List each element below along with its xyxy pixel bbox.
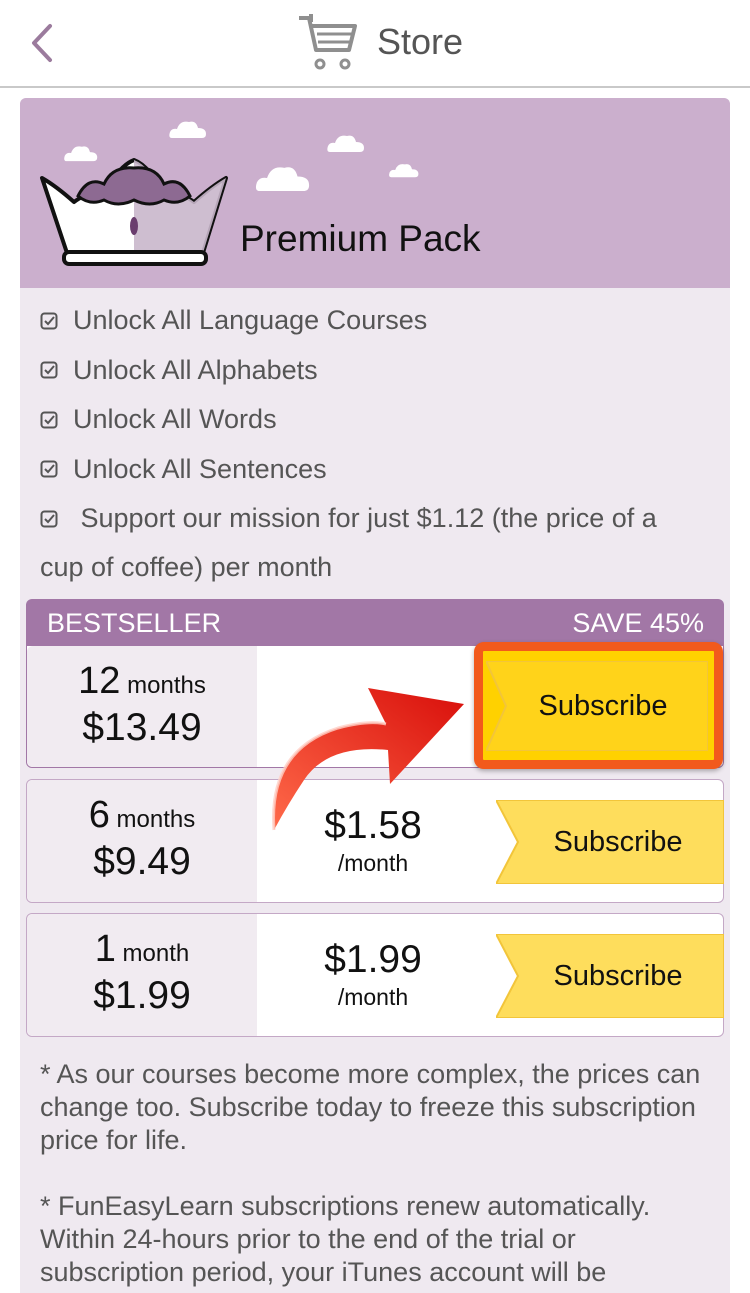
highlighted-subscribe-frame: Subscribe <box>474 642 723 769</box>
cloud-icon <box>327 135 364 152</box>
subscribe-button-label: Subscribe <box>553 826 683 858</box>
plan-price: $9.49 <box>93 840 191 883</box>
price-note: * As our courses become more complex, th… <box>40 1059 701 1155</box>
subscribe-button-label: Subscribe <box>538 690 668 722</box>
plan-duration-unit: months <box>116 806 196 833</box>
red-arrow-annotation <box>272 688 464 831</box>
checkbox-checked-icon <box>40 411 58 429</box>
per-month-label: /month <box>337 984 409 1010</box>
checkbox-checked-icon <box>40 510 58 528</box>
renewal-note: * FunEasyLearn subscriptions renew autom… <box>40 1191 651 1287</box>
feature-text: Unlock All Sentences <box>73 453 327 484</box>
feature-text: Unlock All Alphabets <box>73 354 318 385</box>
cloud-icon <box>255 167 310 192</box>
premium-banner: Premium Pack <box>20 98 730 288</box>
plan-price: $13.49 <box>82 706 202 749</box>
top-navigation-bar: Store <box>0 0 750 88</box>
feature-item: Unlock All Alphabets <box>40 346 716 396</box>
feature-item: Unlock All Words <box>40 395 716 445</box>
plan-summary: 6 months $9.49 <box>27 780 257 902</box>
checkbox-checked-icon <box>40 312 58 330</box>
checkbox-checked-icon <box>40 361 58 379</box>
header-title-group: Store <box>0 12 750 72</box>
plan-duration-number: 12 <box>78 660 121 702</box>
plan-row-1-month: 1 month $1.99 $1.99 /month Subscribe <box>26 913 724 1037</box>
plan-duration-unit: months <box>127 672 206 699</box>
plan-monthly-price: $1.99 /month <box>273 938 473 1011</box>
feature-item: Unlock All Sentences <box>40 445 716 495</box>
plan-duration: 12 months <box>27 660 257 703</box>
feature-item-mission: Support our mission for just $1.12 (the … <box>40 494 716 592</box>
feature-text: Unlock All Language Courses <box>73 305 428 336</box>
subscribe-button-label: Subscribe <box>553 960 683 992</box>
subscribe-button[interactable]: Subscribe <box>496 800 724 884</box>
bestseller-label: BESTSELLER <box>47 607 222 638</box>
monthly-price-value: $1.99 <box>324 938 422 981</box>
subscribe-button[interactable]: Subscribe <box>486 661 708 751</box>
crown-icon <box>40 158 228 266</box>
save-badge: SAVE 45% <box>572 607 704 638</box>
feature-text: cup of coffee) per month <box>40 552 333 582</box>
checkbox-checked-icon <box>40 460 58 478</box>
plan-duration-number: 1 <box>94 928 116 970</box>
per-month-label: /month <box>337 850 409 876</box>
pack-title: Premium Pack <box>240 218 481 259</box>
shopping-cart-icon <box>298 14 357 70</box>
plan-summary: 12 months $13.49 <box>27 646 257 767</box>
subscribe-button[interactable]: Subscribe <box>496 934 724 1018</box>
plan-duration: 1 month <box>27 928 257 971</box>
feature-text: Support our mission for just $1.12 (the … <box>80 503 657 533</box>
plan-duration-number: 6 <box>88 794 110 836</box>
plan-duration: 6 months <box>27 794 257 837</box>
cloud-icon <box>169 121 206 138</box>
plan-summary: 1 month $1.99 <box>27 914 257 1036</box>
page-title: Store <box>376 21 464 62</box>
feature-list: Unlock All Language Courses Unlock All A… <box>40 296 716 592</box>
bestseller-bar: BESTSELLER SAVE 45% <box>26 599 724 647</box>
terms-notes: * As our courses become more complex, th… <box>40 1058 710 1293</box>
feature-item: Unlock All Language Courses <box>40 296 716 346</box>
feature-text: Unlock All Words <box>73 404 277 435</box>
plan-price: $1.99 <box>93 974 191 1017</box>
cloud-icon <box>389 164 419 178</box>
plan-duration-unit: month <box>122 940 190 967</box>
